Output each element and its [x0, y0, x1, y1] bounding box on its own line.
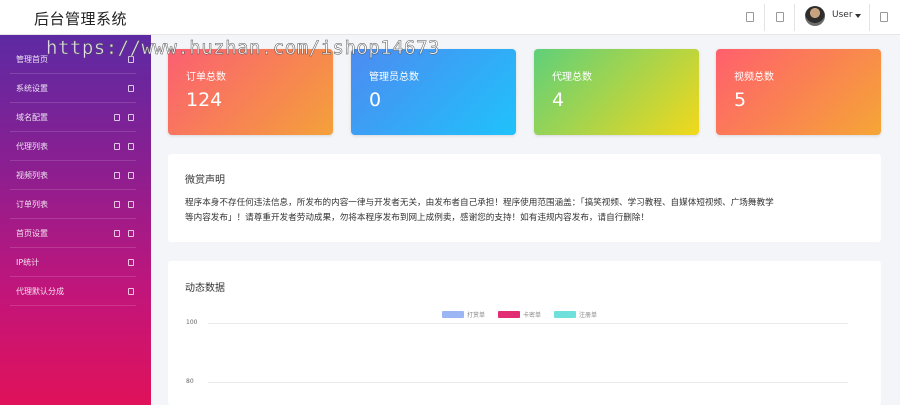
dynamic-title: 动态数据	[185, 283, 225, 294]
legend-item-registrations[interactable]: 注册单	[554, 309, 597, 319]
square-icon	[128, 230, 134, 237]
sidebar-item-agent-default-share[interactable]: 代理默认分成	[10, 277, 136, 306]
notice-title: 微赏声明	[185, 175, 225, 186]
header-square-icon-1[interactable]	[746, 12, 754, 22]
sidebar-item-label: IP统计	[16, 258, 40, 267]
brand-title: 后台管理系统	[34, 10, 128, 28]
sidebar-item-label: 首页设置	[16, 229, 48, 238]
sidebar-item-label: 视频列表	[16, 171, 48, 180]
gridline	[208, 382, 848, 383]
sidebar-item-home-settings[interactable]: 首页设置	[10, 219, 136, 248]
stat-card-admins: 管理员总数 0	[351, 49, 516, 135]
notice-panel: 微赏声明 程序本身不存任何违法信息，所发布的内容一律与开发者无关，由发布者自己承…	[168, 154, 881, 242]
top-header: 后台管理系统 User	[0, 0, 900, 35]
sidebar-item-label: 管理首页	[16, 55, 48, 64]
legend-swatch	[442, 310, 464, 318]
card-title: 代理总数	[552, 72, 592, 83]
user-avatar[interactable]	[805, 6, 825, 26]
square-icon	[114, 230, 120, 237]
gridline	[208, 323, 848, 324]
square-icon	[128, 288, 134, 295]
square-icon	[128, 172, 134, 179]
square-icon	[114, 201, 120, 208]
sidebar-item-ip-stats[interactable]: IP统计	[10, 248, 136, 277]
stat-card-agents: 代理总数 4	[534, 49, 699, 135]
card-value: 0	[369, 89, 382, 111]
legend-label: 卡密单	[523, 311, 542, 319]
sidebar-item-label: 代理默认分成	[16, 287, 64, 296]
notice-line: 程序本身不存任何违法信息，所发布的内容一律与开发者无关，由发布者自己承担！程序使…	[185, 198, 774, 208]
square-icon	[128, 201, 134, 208]
legend-label: 注册单	[579, 311, 598, 319]
header-divider	[764, 4, 765, 31]
header-square-icon-3[interactable]	[880, 12, 888, 22]
header-square-icon-2[interactable]	[776, 12, 784, 22]
sidebar-item-domain-config[interactable]: 域名配置	[10, 103, 136, 132]
card-title: 管理员总数	[369, 72, 419, 83]
header-divider	[794, 4, 795, 31]
card-value: 124	[186, 89, 223, 111]
watermark-url: https://www.huzhan.com/ishop14673	[46, 37, 440, 60]
sidebar-item-video-list[interactable]: 视频列表	[10, 161, 136, 190]
chevron-down-icon[interactable]	[855, 14, 861, 18]
card-title: 视频总数	[734, 72, 774, 83]
legend-swatch	[498, 310, 520, 318]
legend-label: 打赏单	[467, 311, 486, 319]
legend-item-card-orders[interactable]: 卡密单	[498, 309, 541, 319]
sidebar-item-order-list[interactable]: 订单列表	[10, 190, 136, 219]
y-tick-label: 80	[186, 378, 194, 385]
card-title: 订单总数	[186, 72, 226, 83]
notice-line: 等内容发布」！请尊重开发者劳动成果，勿将本程序发布到网上成例卖，感谢您的支持！如…	[185, 213, 650, 223]
sidebar: 管理首页 系统设置 域名配置 代理列表 视频列表 订单列表 首页设置 IP统计 …	[0, 35, 151, 405]
dynamic-data-panel: 动态数据 打赏单 卡密单 注册单 100 80	[168, 261, 881, 405]
sidebar-item-label: 代理列表	[16, 142, 48, 151]
card-value: 5	[734, 89, 747, 111]
notice-text: 程序本身不存任何违法信息，所发布的内容一律与开发者无关，由发布者自己承担！程序使…	[185, 196, 875, 226]
stat-card-videos: 视频总数 5	[716, 49, 881, 135]
stat-card-orders: 订单总数 124	[168, 49, 333, 135]
sidebar-item-label: 域名配置	[16, 113, 48, 122]
square-icon	[128, 143, 134, 150]
header-divider	[869, 4, 870, 31]
user-menu-label[interactable]: User	[832, 10, 853, 20]
square-icon	[114, 114, 120, 121]
y-tick-label: 100	[186, 319, 198, 326]
sidebar-item-system-settings[interactable]: 系统设置	[10, 74, 136, 103]
square-icon	[114, 143, 120, 150]
legend-item-tips[interactable]: 打赏单	[442, 309, 485, 319]
square-icon	[128, 114, 134, 121]
square-icon	[128, 259, 134, 266]
card-value: 4	[552, 89, 565, 111]
sidebar-item-agent-list[interactable]: 代理列表	[10, 132, 136, 161]
legend-swatch	[554, 310, 576, 318]
sidebar-item-label: 订单列表	[16, 200, 48, 209]
square-icon	[114, 172, 120, 179]
square-icon	[128, 85, 134, 92]
sidebar-item-label: 系统设置	[16, 84, 48, 93]
